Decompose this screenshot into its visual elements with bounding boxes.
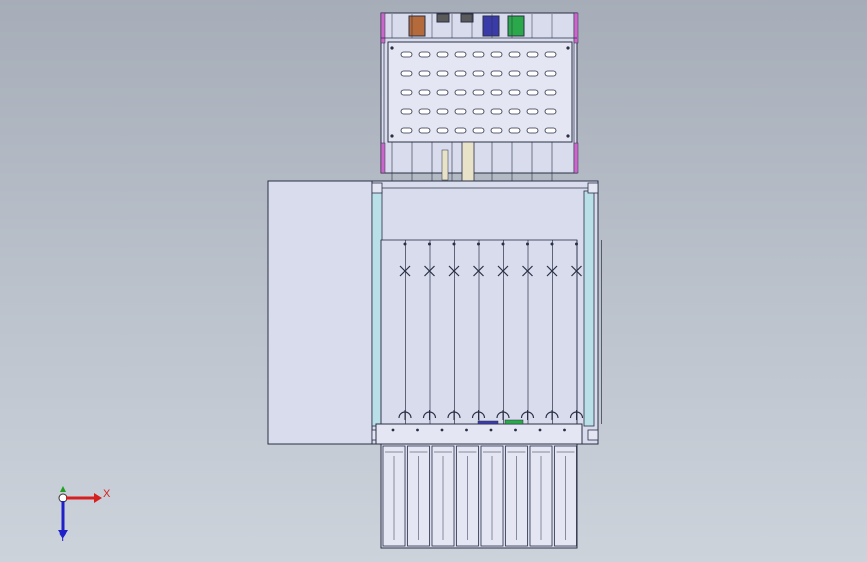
crossbar-blue-tab xyxy=(477,420,499,425)
axis-triad: X Y xyxy=(58,486,111,544)
magenta-accent xyxy=(380,12,386,44)
magenta-accent xyxy=(573,12,579,44)
plate-slot-hole xyxy=(436,89,449,96)
slot-screw xyxy=(428,242,431,246)
plate-slot-hole xyxy=(418,127,431,134)
plate-slot-hole xyxy=(544,89,557,96)
plate-slot-hole xyxy=(490,108,503,115)
crossbar-screw xyxy=(465,428,468,432)
plate-slot-hole xyxy=(400,127,413,134)
plate-slot-hole xyxy=(544,127,557,134)
plate-slot-hole xyxy=(472,108,485,115)
right-rail xyxy=(583,190,595,427)
plate-slot-hole xyxy=(418,70,431,77)
slot-screw xyxy=(477,242,480,246)
connector-dark xyxy=(436,13,450,23)
plate-slot-hole xyxy=(508,51,521,58)
plate-slot-hole xyxy=(544,70,557,77)
plate-slot-hole xyxy=(526,108,539,115)
enclosure-model[interactable] xyxy=(267,12,602,549)
triad-origin xyxy=(58,493,68,503)
plate-slot-hole xyxy=(400,89,413,96)
slot-screw xyxy=(452,242,456,246)
magenta-accent xyxy=(380,142,386,174)
plate-slot-hole xyxy=(526,89,539,96)
plate-screw xyxy=(566,134,570,138)
x-axis-label: X xyxy=(103,488,111,500)
plate-slot-hole xyxy=(418,89,431,96)
crossbar-screw xyxy=(563,428,566,432)
cad-viewport[interactable]: X Y xyxy=(0,0,867,562)
crossbar-screw xyxy=(391,428,395,432)
plate-slot-hole xyxy=(400,108,413,115)
plate-slot-hole xyxy=(490,127,503,134)
corner-bracket xyxy=(587,429,599,441)
corner-bracket xyxy=(371,182,383,194)
connector-green xyxy=(507,15,525,37)
plate-slot-hole xyxy=(436,127,449,134)
connector-dark xyxy=(460,13,474,23)
side-door-panel xyxy=(267,180,373,445)
plate-slot-hole xyxy=(526,51,539,58)
plate-screw xyxy=(390,134,394,138)
plate-slot-hole xyxy=(454,89,467,96)
y-axis-label: Y xyxy=(59,532,67,544)
triad-cone xyxy=(60,486,66,492)
magenta-accent xyxy=(573,142,579,174)
plate-slot-hole xyxy=(544,108,557,115)
corner-bracket xyxy=(587,182,599,194)
plate-slot-hole xyxy=(544,51,557,58)
plate-slot-hole xyxy=(508,108,521,115)
crossbar-screw xyxy=(440,428,444,432)
plate-slot-hole xyxy=(436,70,449,77)
plate-slot-hole xyxy=(472,127,485,134)
plate-slot-hole xyxy=(490,51,503,58)
left-rail xyxy=(371,190,383,427)
plate-slot-hole xyxy=(436,51,449,58)
plate-slot-hole xyxy=(436,108,449,115)
tan-bar-upper xyxy=(441,149,449,181)
slot-screw xyxy=(403,242,407,246)
plate-slot-hole xyxy=(454,127,467,134)
crossbar-screw xyxy=(514,428,517,432)
plate-screw xyxy=(566,46,570,50)
plate-slot-hole xyxy=(526,70,539,77)
connector-blue xyxy=(482,15,500,37)
plate-slot-hole xyxy=(490,89,503,96)
x-axis-arrow xyxy=(94,493,102,503)
plate-slot-hole xyxy=(508,70,521,77)
slot-screw xyxy=(575,242,578,246)
plate-slot-hole xyxy=(526,127,539,134)
plate-slot-hole xyxy=(454,108,467,115)
plate-slot-hole xyxy=(454,70,467,77)
plate-slot-hole xyxy=(508,127,521,134)
plate-slot-hole xyxy=(400,70,413,77)
plate-screw xyxy=(390,46,394,50)
crossbar-green-tab xyxy=(504,419,524,425)
plate-slot-hole xyxy=(400,51,413,58)
plate-slot-hole xyxy=(472,70,485,77)
plate-slot-hole xyxy=(418,51,431,58)
plate-slot-hole xyxy=(454,51,467,58)
plate-slot-hole xyxy=(508,89,521,96)
crossbar-screw xyxy=(538,428,542,432)
crossbar-screw xyxy=(489,428,493,432)
connector-orange xyxy=(408,15,426,37)
plate-slot-hole xyxy=(490,70,503,77)
crossbar-screw xyxy=(416,428,419,432)
plate-slot-hole xyxy=(472,51,485,58)
slot-screw xyxy=(526,242,529,246)
bottom-crossbar xyxy=(375,423,583,445)
slot-screw xyxy=(501,242,505,246)
slot-screw xyxy=(550,242,554,246)
plate-slot-hole xyxy=(472,89,485,96)
plate-slot-hole xyxy=(418,108,431,115)
